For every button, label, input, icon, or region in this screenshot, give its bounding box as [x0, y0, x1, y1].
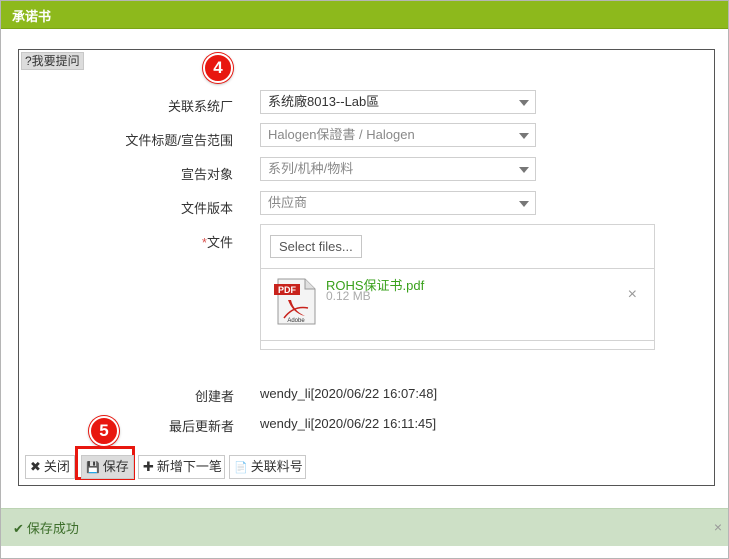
ask-question-button[interactable]: ?我要提问: [21, 52, 84, 70]
file-upload: Select files... PDF Adobe ROHS保证书.pdf 0.…: [260, 224, 655, 350]
doc-title-value: Halogen保證書 / Halogen: [268, 127, 415, 142]
svg-text:Adobe: Adobe: [287, 318, 305, 324]
remove-file-icon[interactable]: ×: [628, 286, 637, 304]
chevron-down-icon: [519, 100, 529, 106]
form-panel: ?我要提问 4 关联系统厂 系统廠8013--Lab區 文件标题/宣告范围 Ha…: [18, 49, 715, 486]
doc-version-value: 供应商: [268, 195, 308, 210]
upload-divider: [261, 340, 654, 341]
close-notice-icon[interactable]: ×: [714, 519, 722, 535]
related-system-value: 系统廠8013--Lab區: [268, 94, 380, 109]
success-notice: ✔ 保存成功 ×: [1, 508, 728, 546]
success-message: ✔ 保存成功: [13, 521, 79, 536]
step-marker-5: 5: [89, 416, 119, 446]
declare-object-label: 宣告对象: [180, 167, 233, 182]
related-system-select[interactable]: 系统廠8013--Lab區: [260, 90, 536, 114]
window-title: 承诺书: [12, 9, 52, 24]
save-icon: 💾: [86, 462, 100, 474]
chevron-down-icon: [519, 133, 529, 139]
updater-value: wendy_li[2020/06/22 16:11:45]: [260, 416, 437, 431]
select-files-button[interactable]: Select files...: [270, 235, 362, 258]
creator-value: wendy_li[2020/06/22 16:07:48]: [260, 386, 438, 401]
step-marker-4: 4: [203, 53, 233, 83]
related-part-button[interactable]: 📄 关联料号: [229, 455, 306, 479]
file-label: *文件: [201, 235, 233, 250]
doc-version-select[interactable]: 供应商: [260, 191, 536, 215]
plus-icon: ✚: [143, 459, 154, 474]
declare-object-value: 系列/机种/物料: [268, 161, 354, 176]
pdf-file-icon: PDF Adobe: [274, 278, 316, 325]
svg-text:PDF: PDF: [278, 285, 297, 295]
file-size: 0.12 MB: [326, 289, 371, 303]
add-next-button[interactable]: ✚ 新增下一笔: [138, 455, 225, 479]
uploaded-file-item: PDF Adobe ROHS保证书.pdf 0.12 MB ×: [261, 270, 654, 340]
declare-object-select[interactable]: 系列/机种/物料: [260, 157, 536, 181]
related-system-label: 关联系统厂: [167, 99, 233, 114]
check-icon: ✔: [13, 521, 24, 536]
creator-label: 创建者: [194, 389, 234, 404]
save-button[interactable]: 💾 保存: [81, 455, 134, 479]
close-icon: ✖: [30, 459, 41, 474]
title-bar: 承诺书: [1, 1, 728, 29]
chevron-down-icon: [519, 167, 529, 173]
chevron-down-icon: [519, 201, 529, 207]
close-button[interactable]: ✖ 关闭: [25, 455, 75, 479]
document-icon: 📄: [234, 462, 248, 474]
doc-title-label: 文件标题/宣告范围: [125, 133, 233, 148]
doc-version-label: 文件版本: [180, 201, 233, 216]
doc-title-select[interactable]: Halogen保證書 / Halogen: [260, 123, 536, 147]
dialog-window: 承诺书 ?我要提问 4 关联系统厂 系统廠8013--Lab區 文件标题/宣告范…: [0, 0, 729, 559]
